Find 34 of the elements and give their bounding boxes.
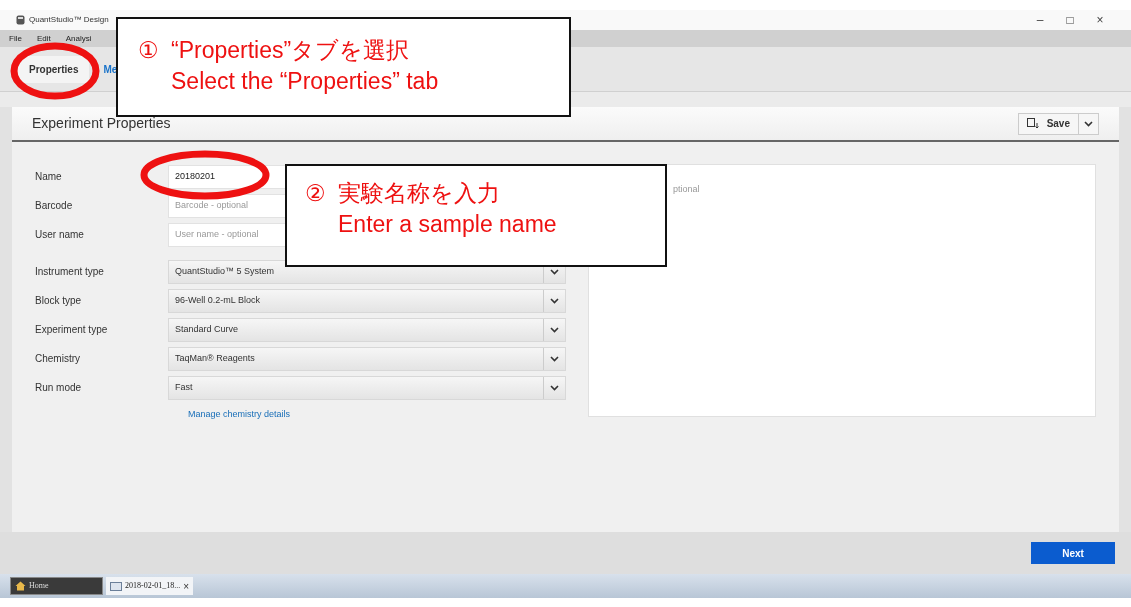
save-button[interactable]: Save — [1017, 112, 1099, 135]
callout-text: “Properties”タブを選択 — [171, 36, 411, 65]
menu-item[interactable]: File — [9, 32, 22, 45]
manage-chemistry-link[interactable]: Manage chemistry details — [188, 408, 566, 422]
field-label: Run mode — [35, 381, 83, 395]
field-label: Name — [35, 170, 63, 184]
callout-text: Enter a sample name — [338, 210, 557, 239]
dropdown-field[interactable]: Fast — [168, 375, 566, 400]
field-label: User name — [35, 228, 85, 242]
menu-item[interactable]: Edit — [36, 32, 51, 45]
tab[interactable]: Properties — [18, 55, 90, 83]
step-number: ① — [138, 36, 159, 65]
field-label: Chemistry — [35, 352, 81, 366]
field-label: Block type — [35, 294, 83, 308]
next-button[interactable]: Next — [1031, 542, 1115, 564]
tab[interactable]: Me — [101, 55, 120, 83]
dropdown-field[interactable]: Standard Curve — [168, 317, 566, 342]
close-tab-button[interactable]: × — [183, 578, 190, 594]
callout-text: Select the “Properties” tab — [171, 67, 439, 96]
dropdown-field[interactable]: TaqMan® Reagents — [168, 346, 566, 371]
field-label: Barcode — [35, 199, 74, 213]
callout-text: 実験名称を入力 — [338, 179, 501, 208]
field-label: Instrument type — [35, 265, 105, 279]
window-title: QuantStudio™ Design — [29, 14, 109, 26]
minimize-button[interactable]: – — [1025, 11, 1055, 29]
menu-item[interactable]: Analysi — [65, 32, 92, 45]
dropdown-field[interactable]: 96-Well 0.2-mL Block — [168, 288, 566, 313]
close-button[interactable]: × — [1085, 11, 1115, 29]
field-label: Experiment type — [35, 323, 109, 337]
panel-title: Experiment Properties — [32, 114, 171, 133]
taskbar-tab[interactable]: Home — [10, 577, 103, 595]
step-number: ② — [305, 179, 326, 208]
maximize-button[interactable]: □ — [1055, 11, 1085, 29]
taskbar-tab[interactable]: 2018-02-01_18... × — [106, 577, 194, 595]
